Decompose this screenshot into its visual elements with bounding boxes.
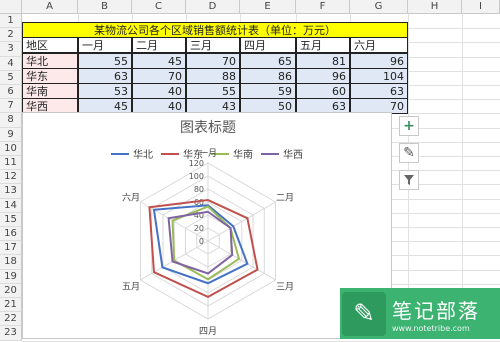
row-header-8[interactable]: 8: [0, 113, 22, 128]
value-cell[interactable]: 53: [78, 83, 132, 99]
chart-styles-button[interactable]: ✎: [399, 143, 419, 163]
value-cell[interactable]: 60: [296, 83, 350, 99]
column-header-f[interactable]: F: [296, 0, 350, 14]
radar-tick-label: 80: [194, 185, 204, 194]
radar-category-label: 一月: [199, 148, 217, 159]
column-header-b[interactable]: B: [78, 0, 132, 14]
value-cell[interactable]: 104: [350, 68, 408, 84]
value-cell[interactable]: 63: [350, 83, 408, 99]
value-cell[interactable]: 70: [186, 53, 240, 69]
month-header-cell[interactable]: 二月: [132, 37, 186, 53]
column-header-c[interactable]: C: [132, 0, 186, 14]
row-header-20[interactable]: 20: [0, 283, 22, 298]
row-header-14[interactable]: 14: [0, 198, 22, 213]
value-cell[interactable]: 63: [78, 68, 132, 84]
funnel-icon: [404, 175, 414, 185]
row-header-3[interactable]: 3: [0, 42, 22, 57]
table-title-cell[interactable]: 某物流公司各个区域销售额统计表（单位：万元）: [22, 22, 408, 38]
radar-tick-label: 0: [199, 237, 204, 246]
value-cell[interactable]: 45: [132, 53, 186, 69]
row-header-16[interactable]: 16: [0, 227, 22, 242]
watermark-url: www.notetribe.com: [392, 323, 470, 333]
row-header-2[interactable]: 2: [0, 28, 22, 43]
radar-tick-label: 20: [194, 224, 204, 233]
row-header-13[interactable]: 13: [0, 184, 22, 199]
brush-icon: ✎: [403, 145, 415, 161]
pen-icon: ✎: [342, 291, 386, 336]
month-header-cell[interactable]: 一月: [78, 37, 132, 53]
value-cell[interactable]: 59: [240, 83, 296, 99]
column-header-a[interactable]: A: [22, 0, 78, 14]
watermark-title: 笔记部落: [392, 298, 480, 323]
row-header-1[interactable]: 1: [0, 14, 22, 29]
value-cell[interactable]: 40: [132, 83, 186, 99]
row-header-10[interactable]: 10: [0, 141, 22, 156]
value-cell[interactable]: 55: [78, 53, 132, 69]
column-header-e[interactable]: E: [240, 0, 296, 14]
radar-category-label: 六月: [122, 192, 140, 204]
value-cell[interactable]: 81: [296, 53, 350, 69]
row-header-6[interactable]: 6: [0, 85, 22, 100]
value-cell[interactable]: 88: [186, 68, 240, 84]
region-header-cell[interactable]: 地区: [22, 37, 78, 53]
row-header-23[interactable]: 23: [0, 326, 22, 341]
value-cell[interactable]: 96: [296, 68, 350, 84]
radar-category-label: 三月: [276, 281, 294, 292]
month-header-cell[interactable]: 四月: [240, 37, 296, 53]
row-header-22[interactable]: 22: [0, 312, 22, 327]
value-cell[interactable]: 96: [350, 53, 408, 69]
radar-tick-label: 100: [189, 172, 204, 181]
row-header-18[interactable]: 18: [0, 255, 22, 270]
value-cell[interactable]: 55: [186, 83, 240, 99]
month-header-cell[interactable]: 五月: [296, 37, 350, 53]
month-header-cell[interactable]: 三月: [186, 37, 240, 53]
value-cell[interactable]: 65: [240, 53, 296, 69]
radar-category-label: 五月: [122, 281, 140, 292]
value-cell[interactable]: 86: [240, 68, 296, 84]
radar-category-label: 四月: [199, 326, 217, 337]
row-header-17[interactable]: 17: [0, 241, 22, 256]
row-header-19[interactable]: 19: [0, 269, 22, 284]
column-header-g[interactable]: G: [350, 0, 408, 14]
month-header-cell[interactable]: 六月: [350, 37, 408, 53]
region-cell[interactable]: 华南: [22, 83, 78, 99]
radar-plot: 020406080100120一月二月三月四月五月六月: [122, 148, 294, 337]
watermark-badge: ✎ 笔记部落 www.notetribe.com: [340, 288, 500, 339]
radar-category-label: 二月: [276, 193, 294, 204]
column-header-d[interactable]: D: [186, 0, 240, 14]
row-header-15[interactable]: 15: [0, 212, 22, 227]
grid-line: [22, 340, 500, 342]
radar-tick-label: 120: [189, 159, 204, 168]
row-header-11[interactable]: 11: [0, 156, 22, 171]
chart-filters-button[interactable]: [399, 170, 419, 190]
column-header-i[interactable]: I: [462, 0, 500, 14]
row-header-5[interactable]: 5: [0, 70, 22, 85]
row-header-12[interactable]: 12: [0, 170, 22, 185]
row-header-7[interactable]: 7: [0, 99, 22, 114]
region-cell[interactable]: 华北: [22, 53, 78, 69]
value-cell[interactable]: 70: [132, 68, 186, 84]
chart-elements-button[interactable]: +: [399, 116, 419, 136]
radar-chart[interactable]: 图表标题 华北 华东 华南 华西 0 20 40 60 80 100 120 一月 二月 三月 四月 五月六…: [22, 112, 392, 339]
row-header-21[interactable]: 21: [0, 298, 22, 313]
table-title: 某物流公司各个区域销售额统计表（单位：万元）: [94, 24, 336, 37]
row-header-9[interactable]: 9: [0, 127, 22, 142]
row-header-4[interactable]: 4: [0, 56, 22, 71]
select-all-corner[interactable]: [0, 0, 22, 14]
region-cell[interactable]: 华东: [22, 68, 78, 84]
column-header-h[interactable]: H: [408, 0, 462, 14]
plus-icon: +: [403, 118, 415, 134]
